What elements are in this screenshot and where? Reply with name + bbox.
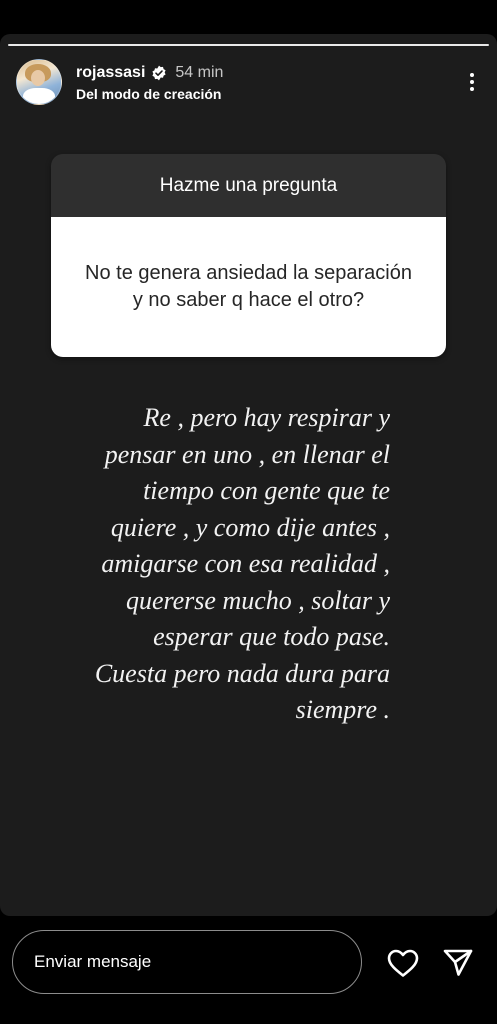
answer-line: pensar en uno , en llenar el bbox=[104, 439, 390, 469]
answer-line: Re , pero hay respirar y bbox=[143, 403, 390, 432]
story-subtitle[interactable]: Del modo de creación bbox=[76, 86, 461, 102]
story-viewer[interactable]: rojassasi 54 min Del modo de creación Ha… bbox=[0, 34, 497, 916]
verified-badge-icon bbox=[151, 65, 167, 81]
answer-text: Re , pero hay respirar y pensar en uno ,… bbox=[40, 400, 390, 729]
answer-line: tiempo con gente que te bbox=[143, 476, 390, 505]
avatar[interactable] bbox=[16, 59, 62, 105]
send-message-input[interactable]: Enviar mensaje bbox=[12, 930, 362, 994]
question-sticker[interactable]: Hazme una pregunta No te genera ansiedad… bbox=[51, 154, 446, 357]
reply-bar: Enviar mensaje bbox=[0, 916, 497, 1024]
send-icon[interactable] bbox=[442, 946, 474, 978]
answer-line: quiere , y como dije antes , bbox=[110, 512, 390, 542]
heart-icon[interactable] bbox=[386, 948, 420, 978]
answer-line: siempre . bbox=[295, 695, 390, 724]
question-sticker-title: Hazme una pregunta bbox=[51, 154, 446, 217]
more-vertical-icon[interactable] bbox=[461, 62, 483, 102]
username[interactable]: rojassasi bbox=[76, 64, 145, 82]
answer-line: quererse mucho , soltar y bbox=[125, 585, 390, 615]
answer-line: amigarse con esa realidad , bbox=[101, 549, 390, 578]
answer-line: Cuesta pero nada dura para bbox=[94, 658, 390, 688]
story-meta: rojassasi 54 min Del modo de creación bbox=[76, 62, 461, 102]
answer-line: esperar que todo pase. bbox=[153, 622, 390, 651]
story-progress-bar bbox=[8, 44, 489, 46]
progress-segment bbox=[8, 44, 489, 46]
story-header: rojassasi 54 min Del modo de creación bbox=[16, 58, 483, 106]
send-message-placeholder: Enviar mensaje bbox=[34, 952, 152, 971]
question-text: No te genera ansiedad la separación y no… bbox=[51, 217, 446, 357]
time-ago: 54 min bbox=[175, 64, 224, 81]
